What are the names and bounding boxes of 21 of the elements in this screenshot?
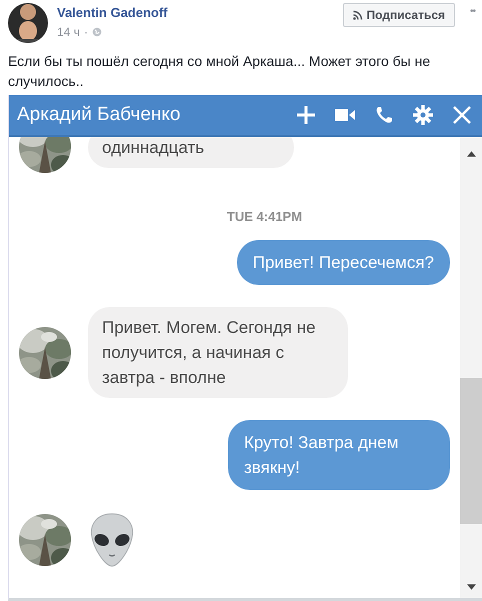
- message-bubble: Привет. Могем. Сегондя не получится, а начиная с завтра - вполне: [88, 307, 348, 398]
- timestamp: TUE 4:41PM: [226, 209, 302, 224]
- scroll-up-icon[interactable]: [466, 151, 476, 157]
- alien-icon: [88, 512, 136, 568]
- phone-icon[interactable]: [374, 105, 394, 125]
- author-name[interactable]: Valentin Gadenoff: [57, 5, 334, 20]
- video-camera-icon[interactable]: [335, 108, 355, 122]
- rss-icon: [352, 10, 363, 20]
- message-bubble: Круто! Завтра днем звякну!: [228, 420, 450, 490]
- subscribe-button[interactable]: Подписаться: [342, 3, 455, 27]
- settings-icon[interactable]: [413, 105, 433, 125]
- separator: ·: [84, 25, 88, 39]
- scroll-down-icon[interactable]: [466, 584, 476, 590]
- message-bubble: одиннадцать: [88, 137, 294, 168]
- scroll-thumb[interactable]: [460, 378, 482, 524]
- post-text: Если бы ты пошёл сегодня со мной Аркаша... Может этого бы не случилось..: [8, 52, 432, 91]
- scrollbar[interactable]: [460, 137, 482, 598]
- chat-title: Аркадий Бабченко: [17, 104, 182, 126]
- close-icon[interactable]: [452, 105, 472, 125]
- message-bubble: Привет! Пересечемся?: [236, 240, 450, 285]
- plus-icon[interactable]: [296, 105, 316, 125]
